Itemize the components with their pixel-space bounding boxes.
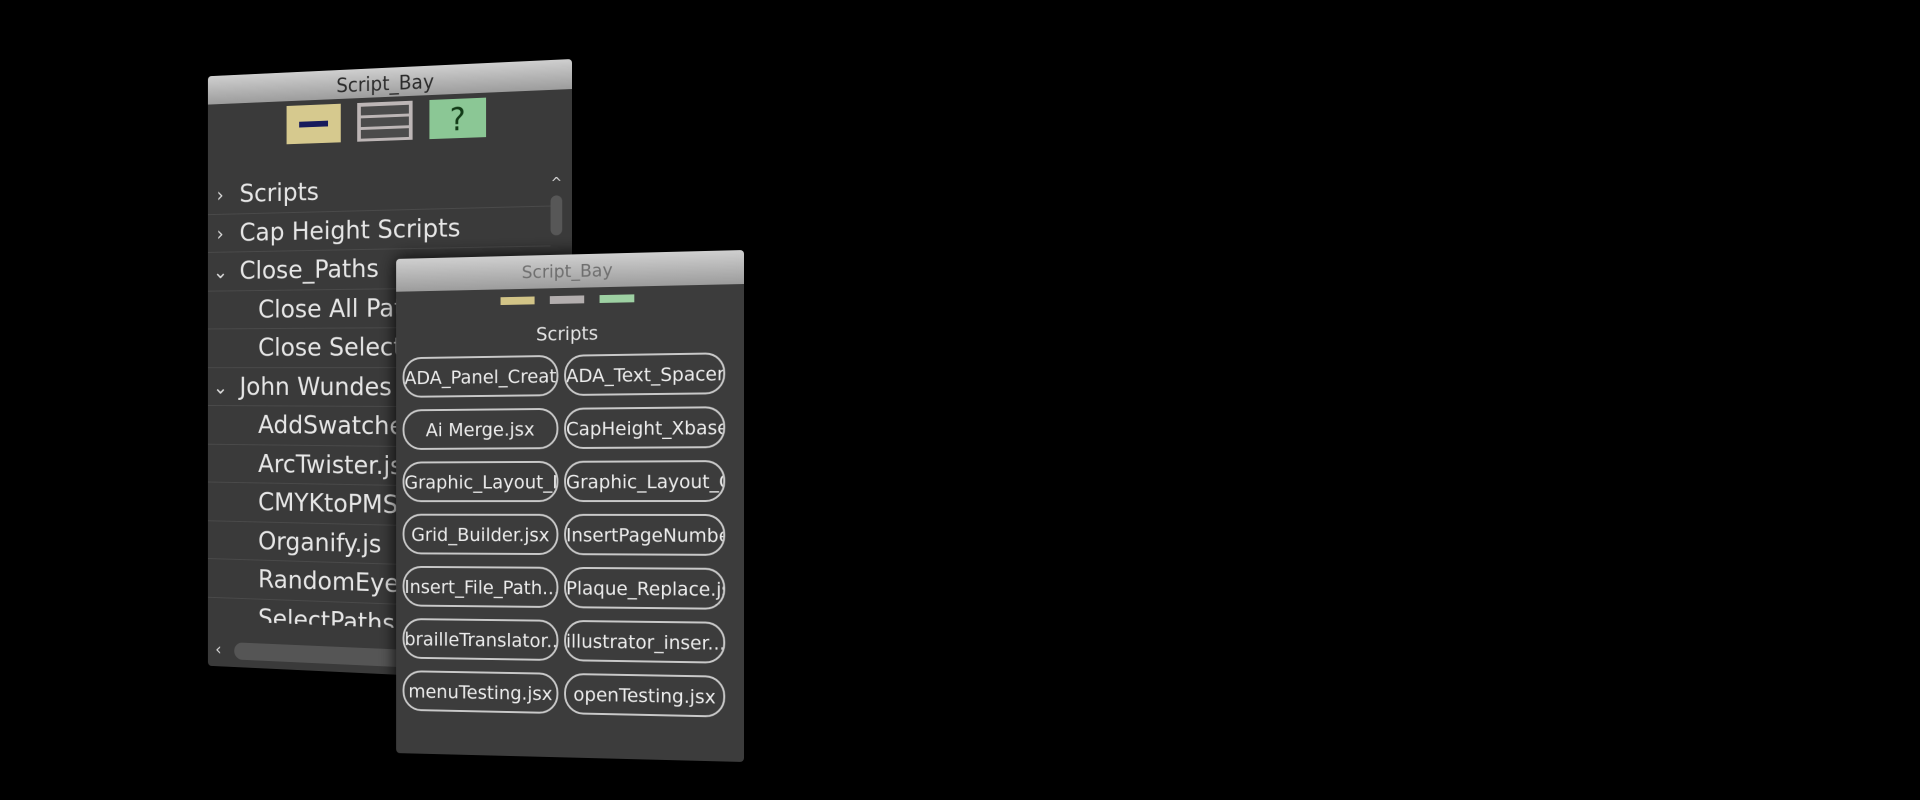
script-button[interactable]: Ai Merge.jsx	[402, 407, 559, 450]
chevron-down-icon[interactable]: ⌄	[213, 253, 228, 291]
chevron-right-icon[interactable]: ›	[213, 214, 227, 252]
tree-item-label: Organify.js	[258, 526, 382, 559]
tree-folder[interactable]: › Cap Height Scripts	[207, 206, 551, 253]
chevron-down-icon[interactable]: ⌄	[213, 368, 228, 406]
script-button[interactable]: Plaque_Replace.js...	[564, 566, 726, 610]
script-bay-button-panel: Script_Bay Scripts ADA_Panel_Creator... A…	[396, 250, 744, 762]
script-button[interactable]: openTesting.jsx	[564, 672, 726, 718]
section-title: Scripts	[536, 322, 599, 346]
scroll-thumb[interactable]	[550, 195, 563, 236]
script-button[interactable]: illustrator_inser...	[564, 619, 726, 664]
collapse-all-button[interactable]	[286, 103, 341, 145]
script-button[interactable]: Graphic_Layout_Gr...	[564, 460, 726, 503]
script-button[interactable]: ADA_Text_Spacer.j...	[564, 352, 726, 397]
script-button-grid: ADA_Panel_Creator... ADA_Text_Spacer.j...…	[402, 352, 737, 718]
script-button[interactable]: Graphic_Layout_Da...	[402, 460, 559, 503]
script-button[interactable]: CapHeight_Xbased...	[564, 406, 726, 450]
collapse-all-button[interactable]	[500, 296, 535, 306]
help-button[interactable]	[599, 294, 635, 303]
script-button[interactable]: Grid_Builder.jsx	[402, 513, 559, 556]
expand-all-button[interactable]	[549, 295, 585, 305]
script-button[interactable]: menuTesting.jsx	[402, 670, 559, 715]
tree-item-label: Cap Height Scripts	[239, 213, 461, 248]
tree-item-label: Close_Paths	[239, 254, 379, 286]
script-button[interactable]: brailleTranslator...	[402, 618, 559, 662]
collapse-all-icon	[299, 120, 329, 128]
tree-item-label: ArcTwister.jsx	[258, 449, 418, 481]
scroll-up-icon[interactable]: ^	[549, 175, 565, 191]
chevron-right-icon[interactable]: ›	[213, 176, 227, 214]
script-button[interactable]: Insert_File_Path....	[402, 565, 559, 609]
script-button[interactable]: ADA_Panel_Creator...	[402, 354, 559, 398]
expand-all-icon	[357, 101, 412, 139]
expand-all-button[interactable]	[357, 100, 413, 142]
script-button[interactable]: InsertPageNumber...	[564, 513, 726, 556]
desktop-stage: Script_Bay ? › Scripts › Cap Height Scripts…	[0, 0, 1920, 800]
help-button[interactable]: ?	[429, 97, 487, 140]
scroll-left-icon[interactable]: ‹	[211, 639, 225, 660]
tree-item-label: Scripts	[239, 177, 319, 209]
